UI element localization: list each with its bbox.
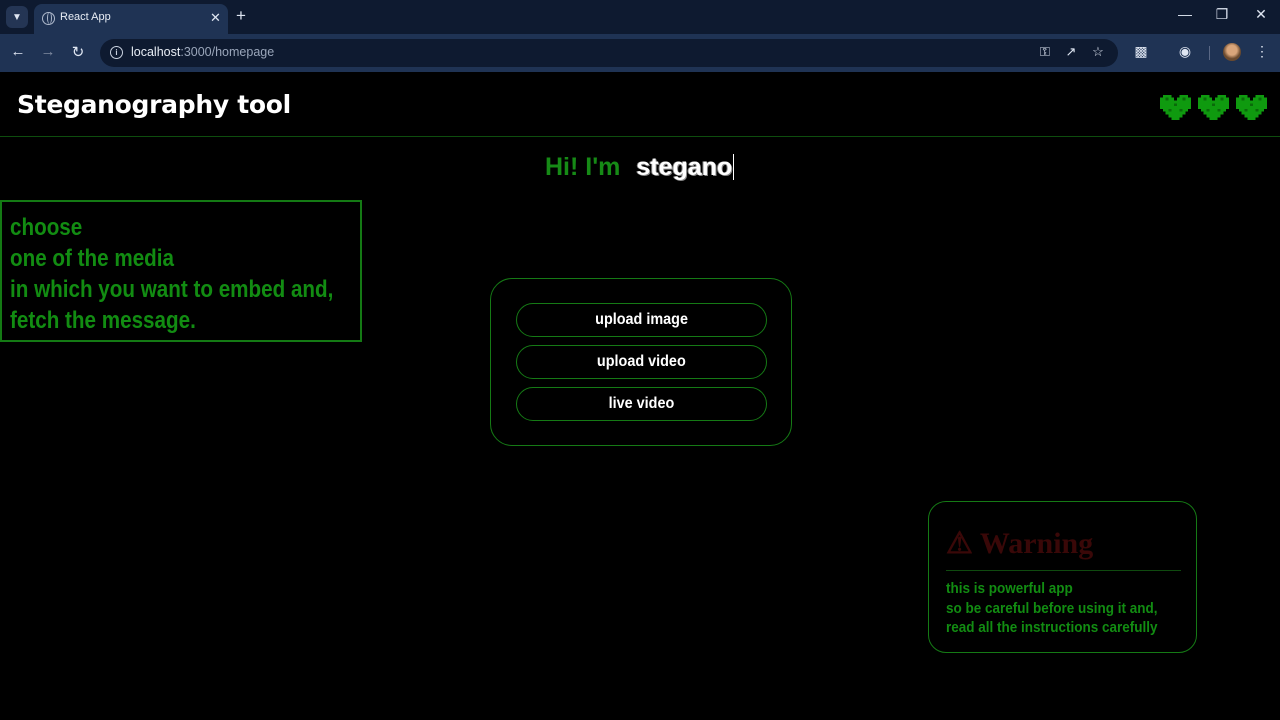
- app-header: Steganography tool: [0, 72, 1280, 137]
- new-tab-icon[interactable]: +: [236, 6, 246, 26]
- window-close-icon[interactable]: ✕: [1249, 6, 1273, 23]
- back-icon[interactable]: ←: [8, 43, 28, 60]
- greeting: Hi! I'm stegano: [545, 153, 735, 182]
- app-title: Steganography tool: [17, 90, 291, 119]
- instruction-line: one of the media: [10, 245, 174, 272]
- upload-video-button[interactable]: upload video: [516, 345, 767, 379]
- tab-title: React App: [60, 11, 111, 23]
- bookmark-star-icon[interactable]: ☆: [1089, 44, 1107, 60]
- greeting-prefix: Hi! I'm: [545, 153, 621, 181]
- profile-avatar[interactable]: [1223, 43, 1241, 61]
- warning-line: so be careful before using it and,: [946, 599, 1158, 617]
- globe-icon: [42, 12, 55, 25]
- warning-line: read all the instructions carefully: [946, 619, 1158, 636]
- greeting-name: stegano: [636, 153, 733, 181]
- reload-icon[interactable]: ↻: [68, 43, 88, 61]
- instruction-line: in which you want to embed and,: [10, 276, 334, 303]
- live-video-button[interactable]: live video: [516, 387, 767, 421]
- live-video-label: live video: [608, 395, 675, 412]
- warning-body: this is powerful app so be careful befor…: [946, 579, 1206, 638]
- site-info-icon[interactable]: i: [110, 46, 123, 59]
- warning-box: ⚠ Warning this is powerful app so be car…: [928, 501, 1197, 653]
- upload-video-label: upload video: [597, 353, 686, 370]
- pixel-heart-icon: [1198, 94, 1229, 121]
- restore-icon[interactable]: ❐: [1210, 6, 1234, 23]
- password-key-icon[interactable]: ⚿: [1036, 44, 1054, 60]
- extensions-icon[interactable]: ▩: [1131, 43, 1151, 60]
- browser-tab-strip: ▼ React App ✕ + — ❐ ✕: [0, 0, 1280, 34]
- forward-icon[interactable]: →: [38, 43, 58, 60]
- upload-image-label: upload image: [595, 311, 688, 328]
- screenshot-icon[interactable]: ◉: [1175, 43, 1195, 60]
- warning-line: this is powerful app: [946, 580, 1073, 597]
- url-host: localhost: [131, 45, 181, 59]
- browser-tab-active[interactable]: React App ✕: [34, 4, 228, 34]
- pixel-heart-icon: [1160, 94, 1191, 121]
- instruction-line: fetch the message.: [10, 307, 196, 334]
- typing-cursor: [733, 154, 735, 180]
- tab-search-button[interactable]: ▼: [6, 6, 28, 28]
- url-text[interactable]: localhost:3000/homepage: [131, 45, 274, 59]
- pixel-heart-icon: [1236, 94, 1267, 121]
- open-in-app-icon[interactable]: ↗: [1062, 44, 1080, 60]
- media-selection-panel: upload image upload video live video: [490, 278, 792, 446]
- close-tab-icon[interactable]: ✕: [210, 10, 221, 26]
- toolbar-divider: [1209, 46, 1210, 60]
- lives-indicator: [1160, 94, 1267, 122]
- browser-toolbar: ← → ↻ i localhost:3000/homepage ⚿ ↗ ☆ ▩ …: [0, 34, 1280, 72]
- url-path: :3000/homepage: [180, 45, 275, 59]
- warning-divider: [946, 570, 1181, 571]
- warning-title: ⚠ Warning: [946, 527, 1094, 560]
- minimize-icon[interactable]: —: [1173, 6, 1197, 22]
- instruction-box: choose one of the media in which you wan…: [0, 200, 362, 342]
- instruction-line: choose: [10, 214, 83, 241]
- address-bar[interactable]: i localhost:3000/homepage ⚿ ↗ ☆: [100, 39, 1118, 67]
- upload-image-button[interactable]: upload image: [516, 303, 767, 337]
- menu-kebab-icon[interactable]: ⋮: [1252, 43, 1272, 60]
